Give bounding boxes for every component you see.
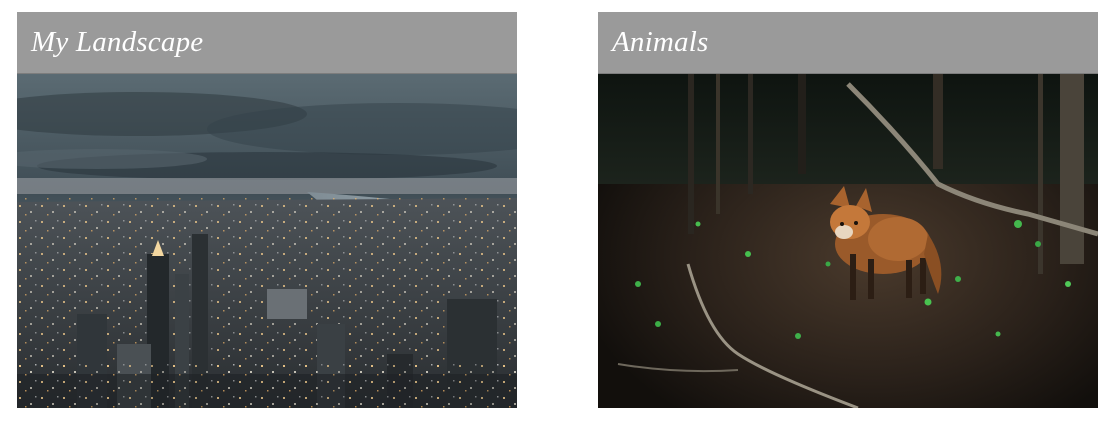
animals-card-title: Animals (612, 26, 709, 58)
landscape-card[interactable]: My Landscape (17, 12, 517, 408)
landscape-card-header: My Landscape (17, 12, 517, 74)
animals-card-header: Animals (598, 12, 1098, 74)
landscape-card-title: My Landscape (31, 26, 204, 58)
city-skyline-image (17, 74, 517, 408)
fox-forest-image (598, 74, 1098, 408)
animals-card[interactable]: Animals (598, 12, 1098, 408)
